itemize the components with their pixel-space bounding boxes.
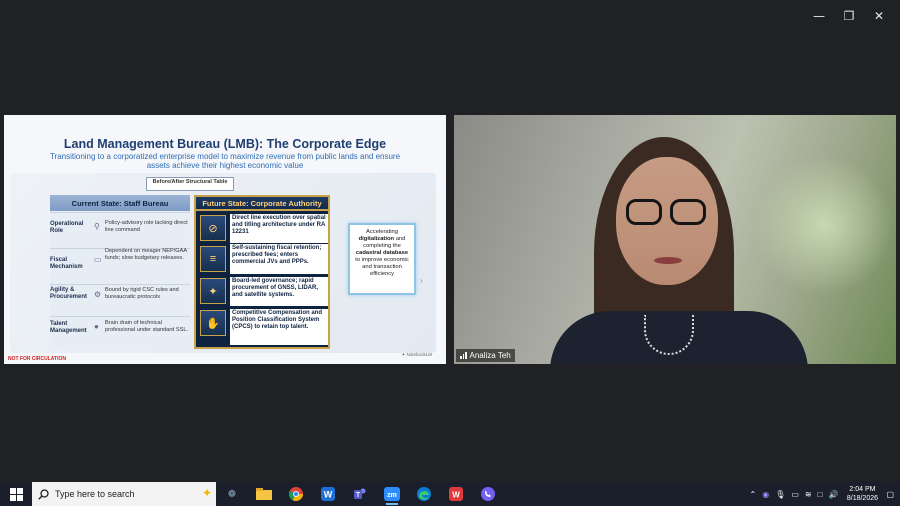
microphone-icon[interactable]: 🎙 <box>775 490 785 499</box>
background-blur <box>754 155 894 295</box>
participant-name-tag: Analiza Teh <box>456 349 515 362</box>
glasses-lens <box>626 199 662 225</box>
search-placeholder: Type here to search <box>55 489 135 499</box>
future-fiscal-mechanism: Self-sustaining fiscal retention; prescr… <box>230 244 328 274</box>
svg-text:T: T <box>356 492 361 499</box>
callout-text: to improve economic and transaction effi… <box>355 257 409 277</box>
money-icon: ▭ <box>94 255 102 264</box>
search-icon <box>38 488 49 500</box>
system-tray: ⌃ ◉ 🎙 ▭ ≋ □ 🔊 2:04 PM 8/18/2026 ▢ <box>750 482 900 506</box>
compass-icon: ⊘ <box>200 215 226 241</box>
future-talent-management: Competitive Compensation and Position Cl… <box>230 309 328 345</box>
person-icon: ● <box>94 322 99 331</box>
file-explorer-icon[interactable] <box>248 482 280 506</box>
chevron-up-icon[interactable]: ⌃ <box>750 490 757 499</box>
edge-icon[interactable] <box>408 482 440 506</box>
start-button[interactable] <box>0 482 32 506</box>
viber-icon[interactable] <box>472 482 504 506</box>
digitalization-callout: Accelerating digitalization and completi… <box>348 223 416 295</box>
zoom-icon[interactable]: zm <box>376 482 408 506</box>
row-label-talent-management: Talent Management <box>50 321 87 334</box>
volume-icon[interactable]: 🔊 <box>828 490 838 499</box>
minimize-button[interactable]: — <box>804 6 834 26</box>
close-button[interactable]: ✕ <box>864 6 894 26</box>
compass-icon: ⚲ <box>94 222 100 231</box>
chevron-right-icon: › <box>420 276 423 285</box>
handshake-icon: ✋ <box>200 310 226 336</box>
current-agility-procurement: Bound by rigid CSC rules and bureaucrati… <box>105 287 179 300</box>
svg-text:W: W <box>324 490 333 500</box>
taskbar: Type here to search ✦ ❁ W T zm W ⌃ ◉ 🎙 ▭… <box>0 482 900 506</box>
callout-text: Accelerating <box>366 229 398 235</box>
current-state-header: Current State: Staff Bureau <box>50 195 190 211</box>
notebooklm-watermark: ✦ NotebookLM <box>401 352 432 357</box>
display-icon[interactable]: ▭ <box>791 490 799 499</box>
participant-mouth <box>654 257 682 264</box>
teams-icon[interactable]: T <box>344 482 376 506</box>
current-talent-management: Brain drain of technical professional un… <box>105 320 189 333</box>
before-after-label: Before/After Structural Table <box>146 177 234 191</box>
future-state-header: Future State: Corporate Authority <box>194 195 330 211</box>
restore-button[interactable]: ❐ <box>834 6 864 26</box>
future-operational-role: Direct line execution over spatial and t… <box>230 214 328 243</box>
windows-icon <box>9 487 23 501</box>
svg-text:W: W <box>452 491 460 500</box>
current-fiscal-mechanism: Dependent on meager NEP/GAA funds; slow … <box>105 248 187 261</box>
callout-bold-text: digitalization <box>358 236 395 242</box>
row-label-agility-procurement: Agility & Procurement <box>50 287 88 300</box>
gear-icon: ⚙ <box>94 290 102 299</box>
notifications-icon[interactable]: ▢ <box>886 490 894 499</box>
participant-video[interactable]: Analiza Teh <box>454 115 896 364</box>
chrome-icon[interactable] <box>280 482 312 506</box>
glasses-lens <box>670 199 706 225</box>
app-w-icon[interactable]: W <box>312 482 344 506</box>
clock[interactable]: 2:04 PM 8/18/2026 <box>844 485 880 503</box>
current-operational-role: Policy-advisory role lacking direct line… <box>105 220 188 233</box>
taskbar-search[interactable]: Type here to search ✦ <box>32 482 216 506</box>
satellite-icon: ✦ <box>200 278 226 304</box>
wps-office-icon[interactable]: W <box>440 482 472 506</box>
future-agility-procurement: Board-led governance; rapid procurement … <box>230 277 328 306</box>
svg-text:zm: zm <box>387 492 397 499</box>
slide-title: Land Management Bureau (LMB): The Corpor… <box>63 137 387 151</box>
clock-time: 2:04 PM <box>849 486 876 493</box>
clock-date: 8/18/2026 <box>846 495 879 502</box>
glasses <box>626 199 710 227</box>
task-view-icon[interactable]: ❁ <box>216 482 248 506</box>
slide-subtitle: Transitioning to a corporatized enterpri… <box>49 152 401 170</box>
signal-strength-icon <box>460 352 467 359</box>
network-icon[interactable]: ≋ <box>805 490 812 499</box>
copilot-sparkle-icon: ✦ <box>201 486 212 500</box>
not-for-circulation-label: NOT FOR CIRCULATION <box>8 356 66 362</box>
window-controls: — ❐ ✕ <box>804 6 894 26</box>
row-label-operational-role: Operational Role <box>50 221 84 234</box>
shared-slide: Land Management Bureau (LMB): The Corpor… <box>4 115 446 364</box>
row-label-fiscal-mechanism: Fiscal Mechanism <box>50 257 83 270</box>
viber-tray-icon[interactable]: ◉ <box>762 490 769 499</box>
monitor-icon[interactable]: □ <box>818 490 823 499</box>
coins-icon: ≡ <box>200 246 226 272</box>
callout-bold-text: cadastral database <box>355 250 409 256</box>
participant-name: Analiza Teh <box>469 351 511 360</box>
